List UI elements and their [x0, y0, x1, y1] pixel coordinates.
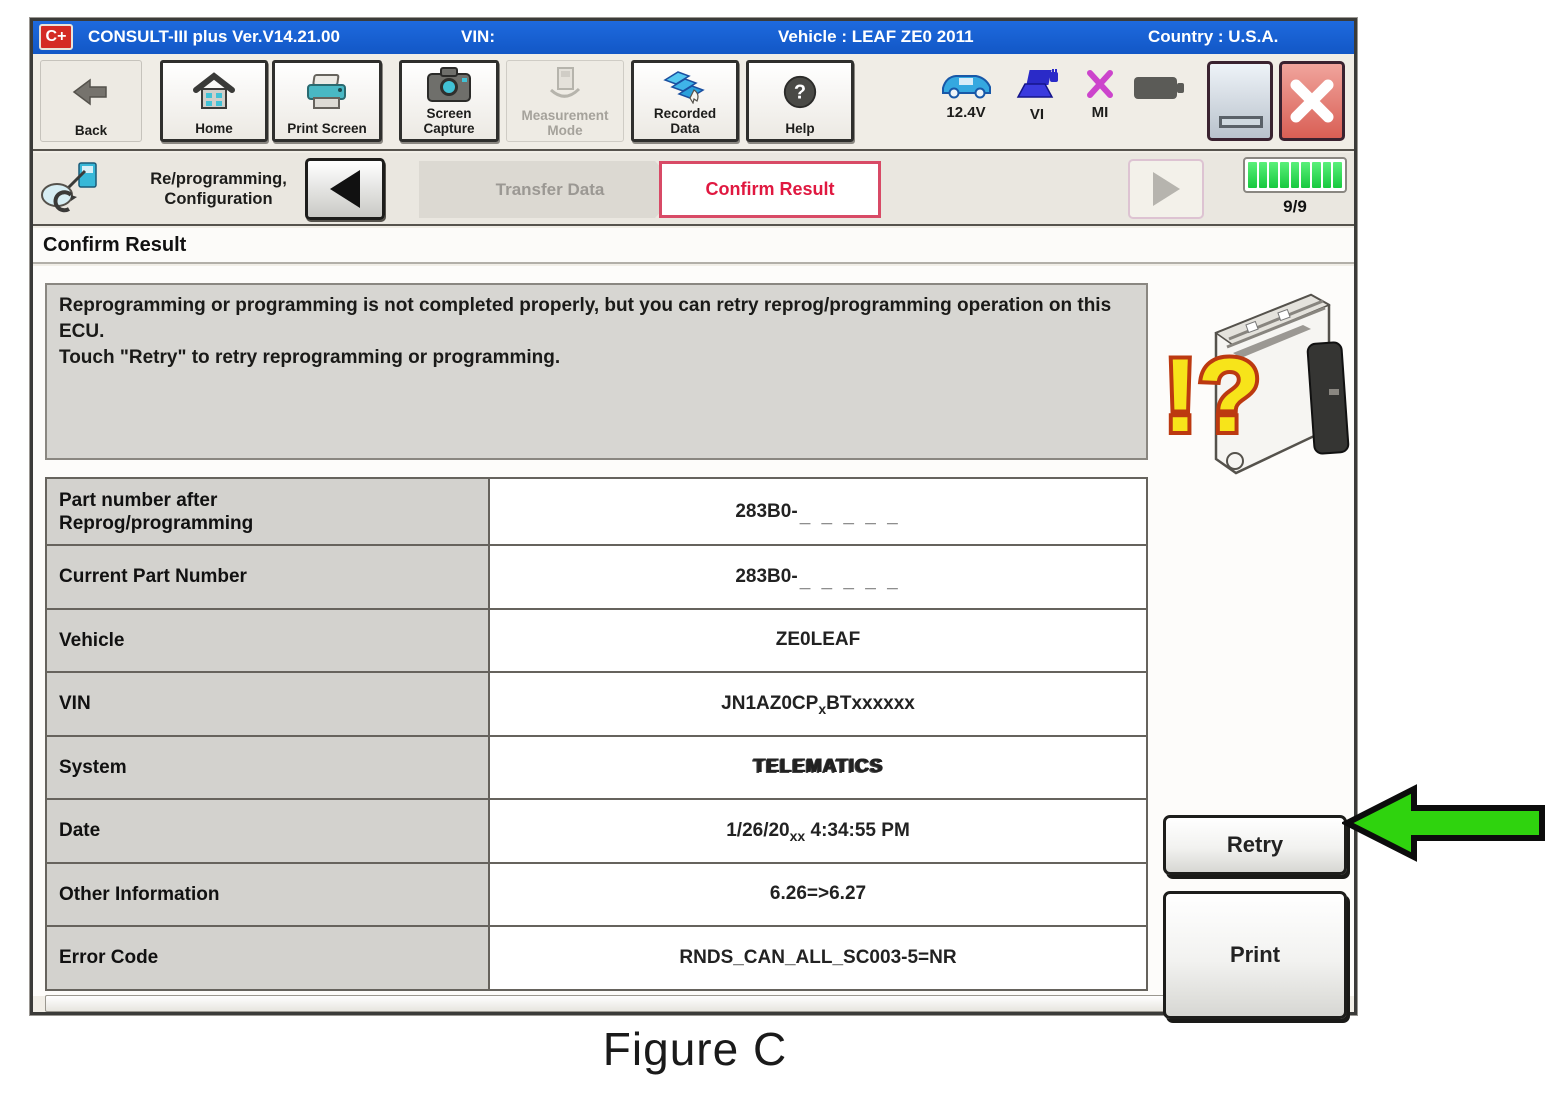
vin-label: VIN: — [461, 27, 495, 47]
step-confirm-result: Confirm Result — [659, 161, 881, 218]
back-button[interactable]: Back — [40, 60, 142, 142]
measurement-mode-icon — [545, 61, 585, 108]
country-label: Country : U.S.A. — [1148, 27, 1278, 47]
progress-count: 9/9 — [1243, 197, 1347, 217]
section-title: Confirm Result — [33, 228, 1354, 264]
navigation-bar: Re/programming, Configuration Transfer D… — [33, 153, 1354, 226]
svg-text:?: ? — [794, 82, 806, 104]
recorded-data-icon — [661, 63, 709, 106]
help-icon: ? — [781, 63, 819, 121]
print-button[interactable]: Print — [1163, 891, 1347, 1019]
home-button[interactable]: Home — [160, 60, 268, 142]
ecu-alert-icon: !? — [1161, 281, 1356, 501]
battery-icon — [1132, 74, 1186, 102]
table-row-error-code: Error Code RNDS_CAN_ALL_SC003-5=NR — [47, 925, 1146, 989]
consult-window: C+ CONSULT-III plus Ver.V14.21.00 VIN: V… — [30, 18, 1357, 1015]
table-row-vin: VIN JN1AZ0CPxBTxxxxxx — [47, 671, 1146, 735]
print-screen-button[interactable]: Print Screen — [272, 60, 382, 142]
vi-status: VI — [1008, 68, 1066, 123]
car-icon — [937, 68, 995, 100]
close-button[interactable] — [1279, 61, 1345, 141]
screenshot-page: C+ CONSULT-III plus Ver.V14.21.00 VIN: V… — [0, 0, 1561, 1101]
right-triangle-icon — [1153, 172, 1180, 206]
horizontal-scrollbar[interactable] — [45, 995, 1336, 1012]
help-button[interactable]: ? Help — [746, 60, 854, 142]
measurement-mode-button[interactable]: Measurement Mode — [506, 60, 624, 142]
progress-bar — [1243, 157, 1347, 193]
printer-icon — [303, 63, 351, 121]
table-row-current-part-number: Current Part Number 283B0-_ _ _ _ _ — [47, 544, 1146, 608]
nav-forward-button[interactable] — [1128, 159, 1204, 219]
step-transfer-data: Transfer Data — [419, 161, 681, 218]
retry-button[interactable]: Retry — [1163, 815, 1347, 875]
camera-icon — [426, 63, 472, 106]
figure-caption: Figure C — [0, 1022, 1390, 1076]
table-row-date: Date 1/26/20xx 4:34:55 PM — [47, 798, 1146, 862]
result-table: Part number after Reprog/programming 283… — [45, 477, 1148, 991]
minimize-button[interactable] — [1207, 61, 1273, 141]
svg-text:!?: !? — [1163, 338, 1261, 454]
reprogramming-tool-icon — [39, 161, 101, 219]
toolbar: Back Home Print Screen Screen Capture — [33, 54, 1354, 151]
result-message: Reprogramming or programming is not comp… — [45, 283, 1148, 460]
mi-status: MI — [1075, 68, 1125, 121]
content-area: Reprogramming or programming is not comp… — [33, 266, 1354, 996]
battery-voltage-status: 12.4V — [931, 68, 1001, 121]
table-row-vehicle: Vehicle ZE0LEAF — [47, 608, 1146, 672]
screen-capture-button[interactable]: Screen Capture — [399, 60, 499, 142]
mi-disconnected-x-icon — [1085, 68, 1115, 100]
app-title: CONSULT-III plus Ver.V14.21.00 — [88, 27, 340, 47]
table-row-other-information: Other Information 6.26=>6.27 — [47, 862, 1146, 926]
battery-status — [1129, 74, 1189, 102]
back-arrow-icon — [72, 61, 110, 123]
nav-back-button[interactable] — [305, 158, 385, 220]
callout-green-arrow-icon — [1342, 783, 1548, 863]
app-logo-icon: C+ — [39, 24, 73, 50]
close-icon — [1288, 77, 1336, 125]
recorded-data-button[interactable]: Recorded Data — [631, 60, 739, 142]
mode-label: Re/programming, Configuration — [101, 169, 336, 209]
table-row-part-number-after: Part number after Reprog/programming 283… — [47, 479, 1146, 544]
vehicle-label: Vehicle : LEAF ZE0 2011 — [778, 27, 974, 47]
title-bar: C+ CONSULT-III plus Ver.V14.21.00 VIN: V… — [33, 21, 1354, 54]
vi-device-icon — [1014, 68, 1060, 102]
home-icon — [192, 63, 236, 121]
left-triangle-icon — [330, 170, 360, 208]
table-row-system: System TELEMATICS — [47, 735, 1146, 799]
minimize-icon — [1219, 116, 1263, 128]
